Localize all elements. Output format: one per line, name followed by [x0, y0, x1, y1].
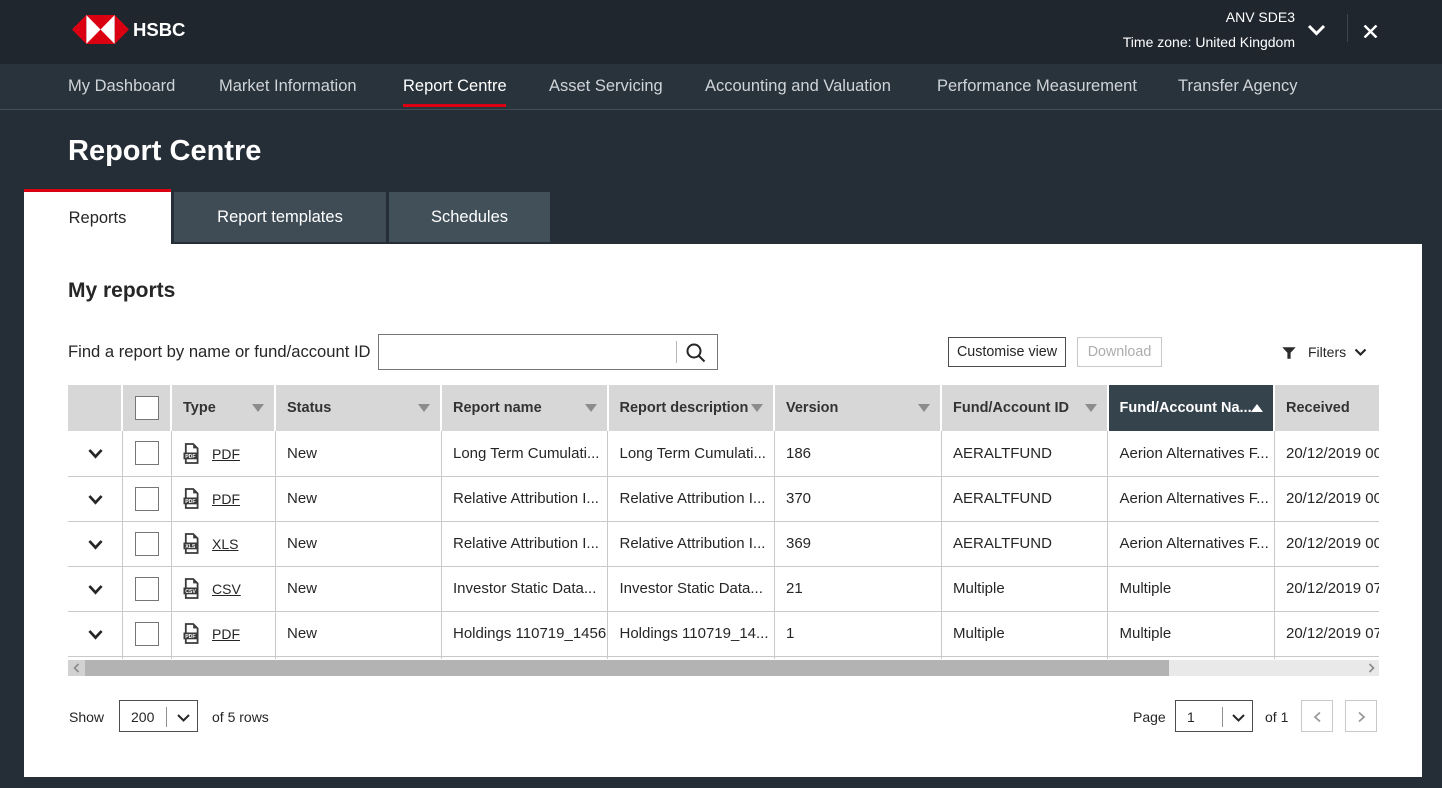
- svg-text:PDF: PDF: [185, 454, 195, 460]
- svg-text:CSV: CSV: [185, 589, 196, 595]
- svg-text:XLS: XLS: [185, 544, 196, 550]
- svg-text:PDF: PDF: [185, 499, 195, 505]
- svg-text:PDF: PDF: [185, 634, 195, 640]
